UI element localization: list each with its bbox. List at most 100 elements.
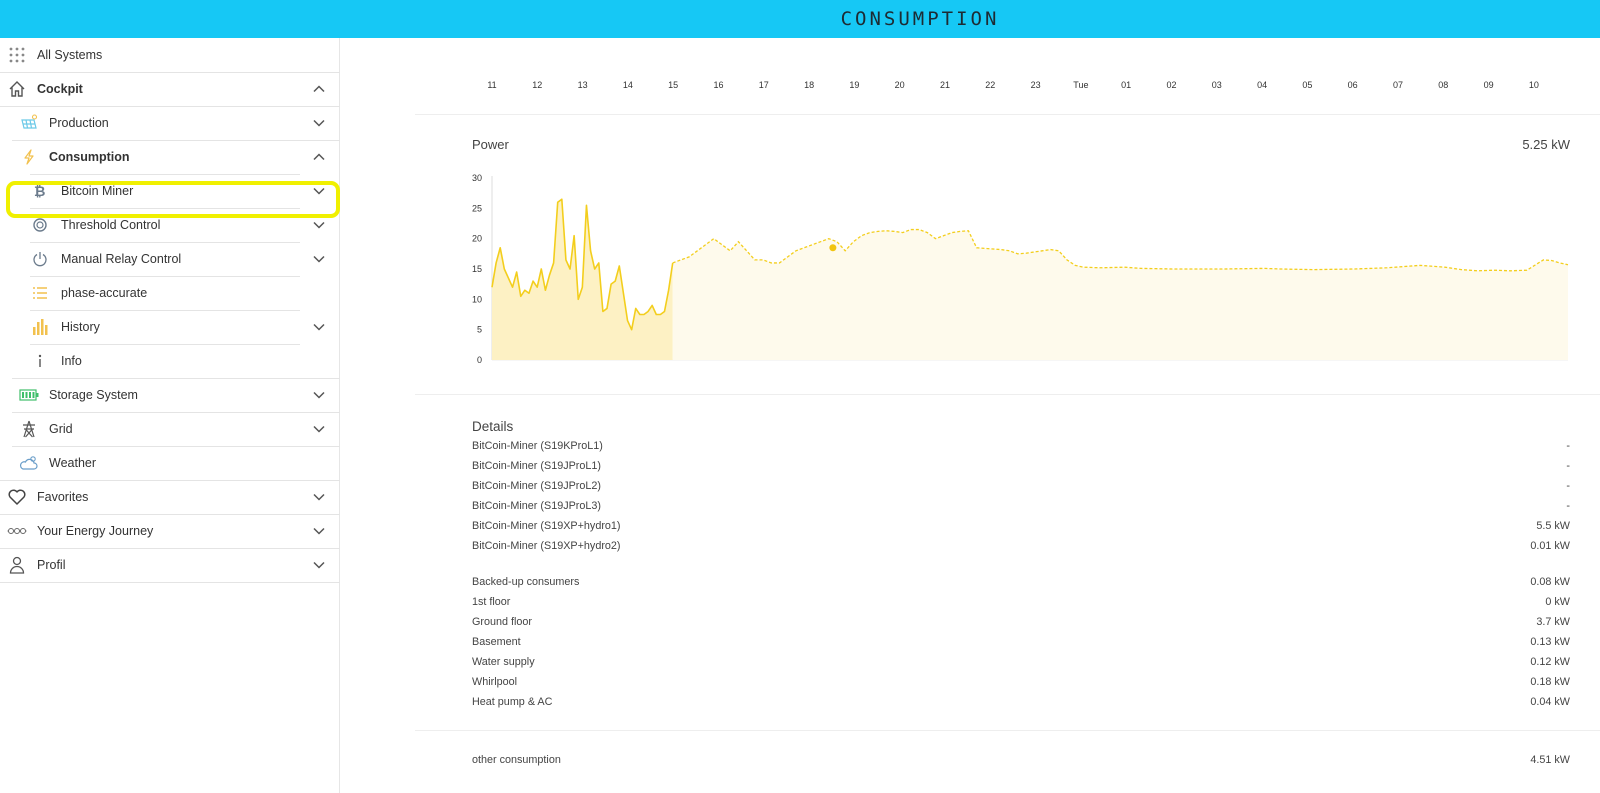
y-tick-label: 5: [477, 325, 482, 335]
details-title: Details: [472, 419, 514, 434]
detail-row: Basement 0.13 kW: [472, 636, 1570, 648]
detail-row: BitCoin-Miner (S19JProL1) -: [472, 460, 1570, 472]
user-icon: [7, 555, 27, 575]
active-item-highlight: [6, 181, 340, 218]
sidebar-item-cockpit[interactable]: Cockpit: [0, 72, 340, 107]
sidebar-item-phase-accurate[interactable]: phase-accurate: [0, 276, 340, 311]
sidebar-item-grid[interactable]: Grid: [0, 412, 340, 447]
power-value: 5.25 kW: [1522, 137, 1570, 152]
timeline-label: 09: [1483, 80, 1494, 90]
chevron-up-icon[interactable]: [312, 82, 326, 96]
timeline-label: 14: [622, 80, 633, 90]
chevron-down-icon[interactable]: [312, 252, 326, 266]
detail-row: BitCoin-Miner (S19JProL2) -: [472, 480, 1570, 492]
grid-dots-icon: [7, 45, 27, 65]
sidebar-item-label: Cockpit: [37, 82, 83, 96]
sidebar-item-label: phase-accurate: [61, 286, 148, 300]
detail-row: BitCoin-Miner (S19XP+hydro2) 0.01 kW: [472, 540, 1570, 552]
timeline-label: 18: [804, 80, 815, 90]
detail-row: 1st floor 0 kW: [472, 596, 1570, 608]
bar-chart-icon: [30, 317, 50, 337]
current-point-marker: [829, 244, 837, 252]
timeline-label: 17: [758, 80, 769, 90]
timeline-label: 03: [1211, 80, 1222, 90]
chevron-down-icon[interactable]: [312, 388, 326, 402]
energy-journey-icon: [7, 521, 27, 541]
battery-icon: [19, 385, 39, 405]
y-tick-label: 30: [472, 173, 482, 183]
detail-row: Water supply 0.12 kW: [472, 656, 1570, 668]
sidebar-item-label: Profil: [37, 558, 66, 572]
solar-panel-icon: [19, 113, 39, 133]
sidebar-item-label: Your Energy Journey: [37, 524, 154, 538]
power-tower-icon: [19, 419, 39, 439]
chevron-down-icon[interactable]: [312, 422, 326, 436]
home-icon: [7, 79, 27, 99]
sidebar-item-production[interactable]: Production: [0, 106, 340, 141]
timeline-label: 13: [577, 80, 588, 90]
sidebar-item-label: Grid: [49, 422, 73, 436]
sidebar-item-history[interactable]: History: [0, 310, 340, 345]
forecast-area: [672, 229, 1568, 360]
timeline-label: 08: [1438, 80, 1449, 90]
sidebar-item-info[interactable]: Info: [0, 344, 340, 379]
y-tick-label: 20: [472, 234, 482, 244]
sidebar-item-weather[interactable]: Weather: [0, 446, 340, 481]
detail-row: Backed-up consumers 0.08 kW: [472, 576, 1570, 588]
timeline-label: 04: [1257, 80, 1268, 90]
chevron-down-icon[interactable]: [312, 558, 326, 572]
timeline-label: 16: [713, 80, 724, 90]
sidebar-item-storage-system[interactable]: Storage System: [0, 378, 340, 413]
detail-row: BitCoin-Miner (S19KProL1) -: [472, 440, 1570, 452]
info-icon: [30, 351, 50, 371]
sidebar-item-profil[interactable]: Profil: [0, 548, 340, 583]
other-consumption-row: other consumption 4.51 kW: [472, 754, 1570, 766]
sidebar-item-label: Info: [61, 354, 82, 368]
chevron-down-icon[interactable]: [312, 490, 326, 504]
timeline-label: 19: [849, 80, 860, 90]
y-tick-label: 0: [477, 355, 482, 365]
detail-row: Heat pump & AC 0.04 kW: [472, 696, 1570, 708]
divider: [415, 394, 1600, 395]
sidebar: All Systems Cockpit Production Consumpti…: [0, 38, 340, 793]
cloud-sun-icon: [19, 453, 39, 473]
sidebar-item-label: History: [61, 320, 100, 334]
gear-icon: [30, 215, 50, 235]
detail-row: Ground floor 3.7 kW: [472, 616, 1570, 628]
sidebar-item-label: Consumption: [49, 150, 130, 164]
detail-row: BitCoin-Miner (S19JProL3) -: [472, 500, 1570, 512]
chevron-down-icon[interactable]: [312, 320, 326, 334]
power-icon: [30, 249, 50, 269]
timeline-label: Tue: [1073, 80, 1089, 90]
chevron-down-icon[interactable]: [312, 524, 326, 538]
sidebar-item-label: Favorites: [37, 490, 89, 504]
timeline-label: 22: [985, 80, 996, 90]
sidebar-item-favorites[interactable]: Favorites: [0, 480, 340, 515]
heart-icon: [7, 487, 27, 507]
chevron-down-icon[interactable]: [312, 218, 326, 232]
timeline-label: 02: [1166, 80, 1177, 90]
detail-row: Whirlpool 0.18 kW: [472, 676, 1570, 688]
timeline-label: 23: [1030, 80, 1041, 90]
sidebar-item-consumption[interactable]: Consumption: [0, 140, 340, 175]
power-chart: 0 5 10 15 20 25 30: [472, 173, 1569, 365]
y-tick-label: 15: [472, 264, 482, 274]
timeline-label: 12: [532, 80, 543, 90]
sidebar-item-label: Weather: [49, 456, 97, 470]
sidebar-item-label: Storage System: [49, 388, 138, 402]
chevron-up-icon[interactable]: [312, 150, 326, 164]
timeline-label: 01: [1121, 80, 1132, 90]
sidebar-item-energy-journey[interactable]: Your Energy Journey: [0, 514, 340, 549]
chevron-down-icon[interactable]: [312, 116, 326, 130]
y-tick-label: 10: [472, 294, 482, 304]
list-icon: [30, 283, 50, 303]
timeline-label: 10: [1528, 80, 1539, 90]
power-title: Power: [472, 137, 509, 152]
timeline-label: 05: [1302, 80, 1313, 90]
timeline-label: 07: [1392, 80, 1403, 90]
timeline-label: 11: [487, 80, 497, 90]
timeline-label: 20: [894, 80, 905, 90]
sidebar-item-all-systems[interactable]: All Systems: [0, 38, 340, 73]
timeline-label: 21: [939, 80, 950, 90]
sidebar-item-manual-relay-control[interactable]: Manual Relay Control: [0, 242, 340, 277]
